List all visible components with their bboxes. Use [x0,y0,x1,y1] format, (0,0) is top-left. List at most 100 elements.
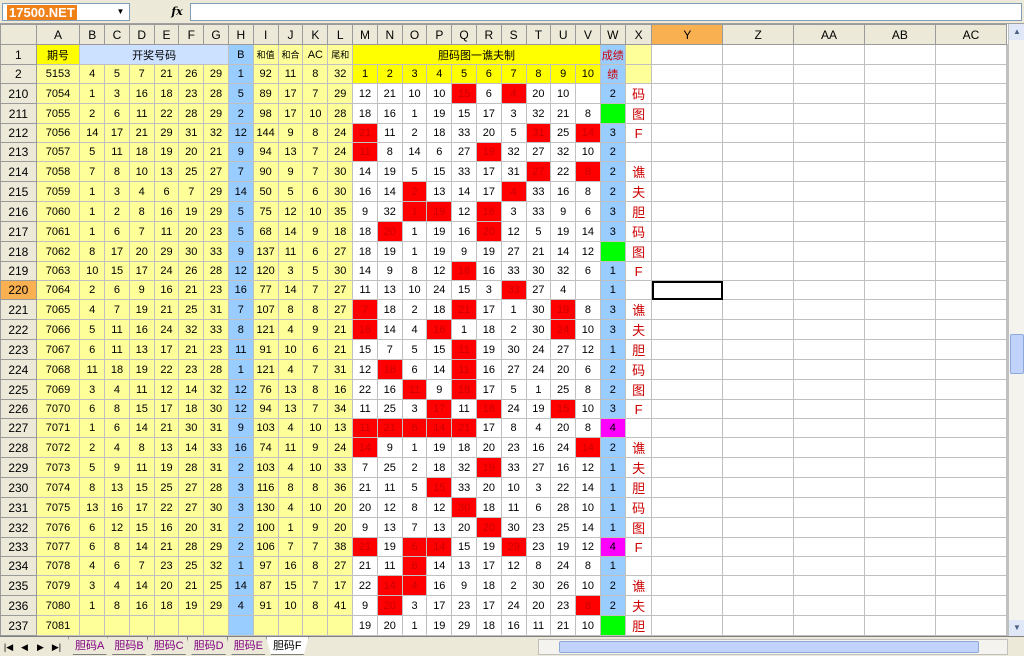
miss-count-cell[interactable]: 19 [525,399,552,419]
miss-count-cell[interactable]: 18 [426,123,453,143]
miss-count-cell[interactable]: 14 [426,556,453,576]
cell[interactable] [793,299,865,320]
end-sum-value[interactable]: 24 [327,142,354,162]
blue-number[interactable]: 8 [227,319,254,340]
miss-count-cell[interactable]: 18 [475,615,502,636]
draw-number[interactable]: 1 [79,83,106,104]
cell[interactable] [793,123,865,143]
draw-number[interactable]: 7 [79,161,106,182]
draw-number[interactable] [79,615,106,636]
miss-count-cell[interactable]: 11 [376,477,403,498]
miss-count-cell[interactable]: 9 [376,261,403,281]
miss-count-cell[interactable]: 11 [525,615,552,636]
chevron-down-icon[interactable]: ▼ [112,4,129,20]
miss-count-cell[interactable]: 16 [426,575,453,596]
draw-number[interactable]: 11 [128,457,155,478]
miss-count-cell[interactable]: 19 [376,537,403,557]
blue-number[interactable]: 12 [227,261,254,281]
miss-count-cell[interactable]: 20 [550,418,577,438]
miss-count-cell[interactable]: 22 [550,477,577,498]
miss-count-cell[interactable]: 14 [575,517,601,538]
sum-value[interactable]: 87 [252,575,279,596]
miss-count-cell[interactable]: 19 [376,161,403,182]
cell[interactable] [863,221,936,242]
sum-value[interactable]: 103 [252,457,279,478]
draw-number[interactable]: 6 [79,339,106,360]
sum-value[interactable]: 130 [252,497,279,518]
draw-number[interactable]: 12 [153,379,180,400]
miss-count-cell[interactable]: 8 [500,418,527,438]
column-header[interactable]: B [79,24,106,45]
miss-count-cell[interactable]: 10 [575,142,601,162]
note-cell[interactable]: 码 [624,359,653,380]
miss-count-cell[interactable]: 27 [525,280,552,300]
draw-number[interactable]: 13 [153,437,180,458]
miss-count-cell[interactable]: 14 [550,241,577,262]
miss-count-cell[interactable]: 16 [550,181,577,202]
cell[interactable] [722,556,794,576]
draw-number[interactable]: 14 [79,123,106,143]
miss-count-cell[interactable]: 12 [376,497,403,518]
cell[interactable] [651,123,724,143]
miss-count-cell[interactable]: 10 [575,399,601,419]
miss-count-cell[interactable]: 18 [451,261,477,281]
end-sum-value[interactable]: 35 [327,201,354,222]
note-cell[interactable] [624,280,653,300]
end-sum-value[interactable]: 29 [327,83,354,104]
draw-number[interactable]: 5 [79,142,106,162]
cell[interactable] [934,319,1008,340]
miss-count-cell[interactable]: 9 [352,201,378,222]
draw-number[interactable]: 21 [153,418,180,438]
ac-value[interactable]: 7 [302,142,329,162]
ac-value[interactable]: 9 [302,517,329,538]
draw-number[interactable]: 25 [178,161,205,182]
row-header[interactable]: 210 [0,83,37,104]
result-cell[interactable]: 1 [599,339,626,360]
period-cell[interactable]: 7074 [35,477,81,498]
cell[interactable] [793,359,865,380]
cell[interactable] [934,615,1008,636]
end-sum-value[interactable] [327,615,354,636]
end-sum-value[interactable]: 27 [327,241,354,262]
miss-count-cell[interactable]: 1 [500,299,527,320]
period-cell[interactable]: 7079 [35,575,81,596]
miss-count-cell[interactable]: 23 [500,437,527,458]
draw-number[interactable]: 24 [153,319,180,340]
draw-number[interactable]: 23 [203,280,229,300]
cell[interactable] [722,595,794,616]
tail-sum-value[interactable]: 9 [277,161,304,182]
cell[interactable] [651,477,724,498]
miss-count-cell[interactable]: 10 [401,280,428,300]
cell[interactable] [793,241,865,262]
miss-count-cell[interactable]: 16 [426,319,453,340]
draw-number[interactable]: 14 [128,575,155,596]
miss-count-cell[interactable]: 28 [550,497,577,518]
note-cell[interactable]: 夫 [624,319,653,340]
draw-number[interactable]: 17 [153,399,180,419]
miss-count-cell[interactable]: 15 [352,339,378,360]
row-header[interactable]: 217 [0,221,37,242]
blue-number[interactable]: 3 [227,497,254,518]
miss-count-cell[interactable]: 25 [550,123,577,143]
row-header[interactable]: 221 [0,299,37,320]
draw-number[interactable]: 13 [104,477,130,498]
blue-number[interactable]: 1 [227,359,254,380]
draw-number[interactable]: 3 [104,83,130,104]
miss-count-cell[interactable]: 17 [475,299,502,320]
ac-value[interactable]: 10 [302,201,329,222]
cell[interactable] [863,477,936,498]
miss-count-cell[interactable]: 31 [500,161,527,182]
cell[interactable] [651,103,724,124]
note-cell[interactable]: 谯 [624,299,653,320]
miss-count-cell[interactable]: 19 [475,537,502,557]
result-cell[interactable]: 1 [599,497,626,518]
result-cell[interactable]: 3 [599,201,626,222]
miss-count-cell[interactable]: 19 [426,437,453,458]
miss-count-cell[interactable]: 5 [500,379,527,400]
draw-number[interactable]: 22 [153,359,180,380]
row-header[interactable]: 222 [0,319,37,340]
draw-number[interactable]: 17 [128,497,155,518]
miss-count-cell[interactable]: 12 [426,261,453,281]
miss-count-cell[interactable]: 14 [401,142,428,162]
end-sum-value[interactable]: 20 [327,497,354,518]
